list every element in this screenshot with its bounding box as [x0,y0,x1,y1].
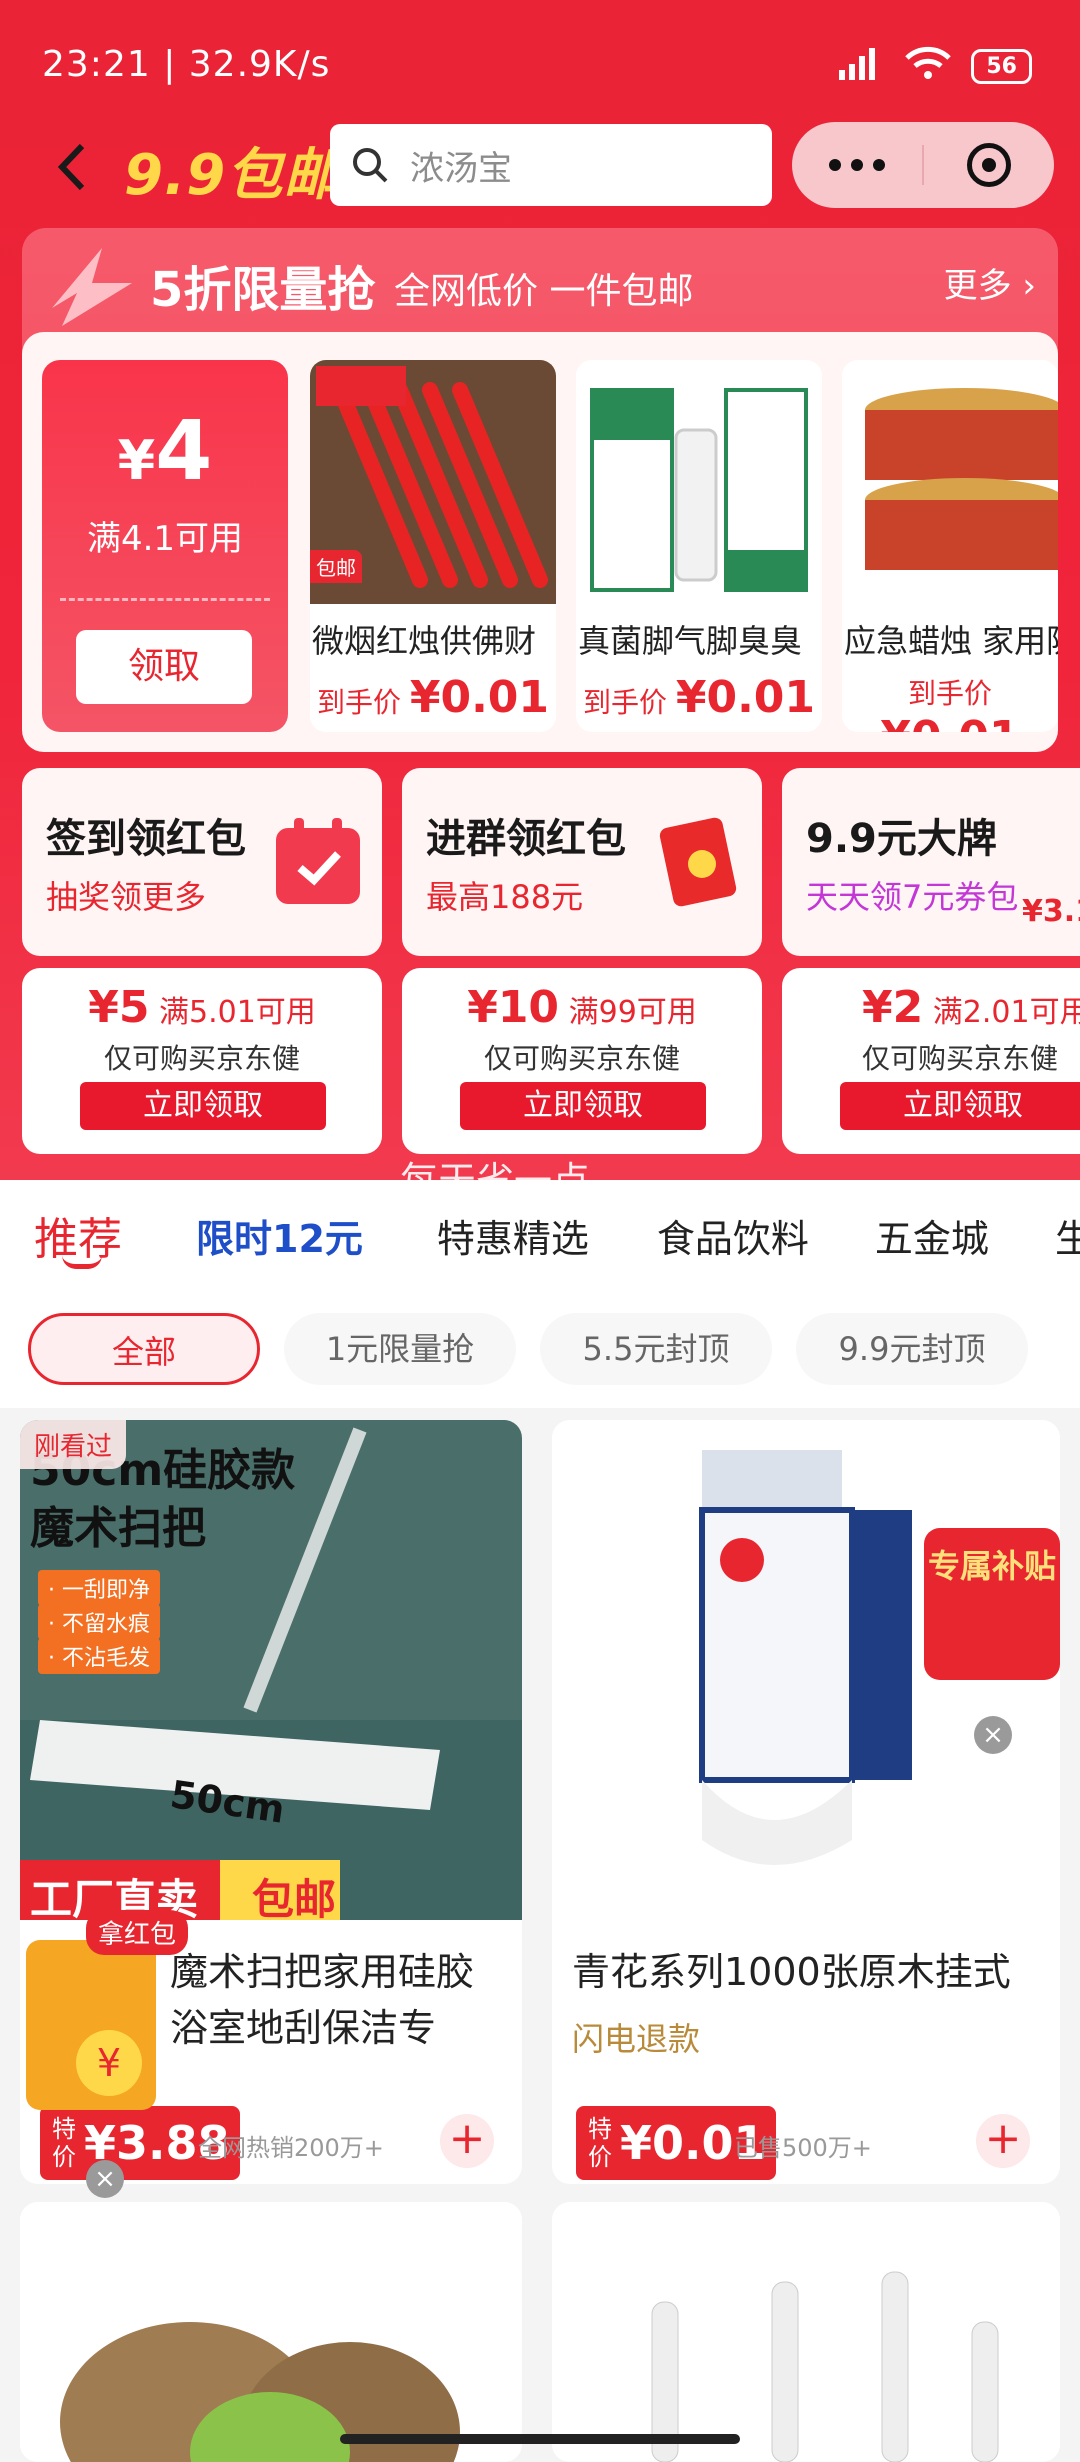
voucher-card: ¥5 满5.01可用 仅可购买京东健 立即领取 [22,968,382,1154]
lightning-logo-icon [52,248,132,326]
mini-program-capsule [792,122,1054,208]
feature-bullet: · 一刮即净 [38,1570,161,1606]
calendar-check-icon [276,818,360,904]
product-card[interactable] [20,2202,522,2462]
sales-count: 全网热销200万+ [198,2134,384,2162]
flash-sale-subtitle: 全网低价 一件包邮 [394,271,694,312]
feature-bullet: · 不留水痕 [38,1604,161,1640]
flash-product-card[interactable]: 真菌脚气脚臭臭 到手价 ¥0.01 [576,360,822,732]
recently-viewed-badge: 刚看过 [20,1420,127,1469]
product-card[interactable]: 专属补贴 × 青花系列1000张原木挂式 闪电退款 特价 ¥0.01 已售500万… [552,1420,1060,2184]
search-placeholder: 浓汤宝 [410,148,512,189]
brand-99-card[interactable]: 9.9元大牌 天天领7元券包 ¥3.1 [782,768,1080,956]
wifi-icon [903,46,953,86]
coupon-condition: 满4.1可用 [86,519,244,559]
tab-recommend[interactable]: 推荐 [34,1203,122,1269]
free-shipping-tag: 包邮 [310,550,362,583]
claim-voucher-button[interactable]: 立即领取 [460,1082,706,1130]
coupon-amount: 4 [155,404,213,499]
tab-hardware[interactable]: 五金城 [875,1208,989,1263]
card-title: 进群领红包 [426,816,626,862]
emergency-candle-image [842,360,1058,604]
product-card[interactable] [552,2202,1060,2462]
filter-9-9yuan[interactable]: 9.9元封顶 [796,1313,1028,1385]
product-price: 到手价 ¥0.01 [316,672,550,723]
floating-red-packet[interactable]: 拿红包 ¥ [26,1910,192,2120]
image-headline: 魔术扫把 [30,1503,206,1554]
product-name: 真菌脚气脚臭臭 [578,622,803,660]
flash-product-card[interactable]: 应急蜡烛 家用防 到手价 ¥0.01 [842,360,1058,732]
hero-background: 23:21 | 32.9K/s 56 9.9包邮 浓汤宝 5折限量抢 全网低价 … [0,0,1080,1203]
red-envelope-icon [659,817,737,907]
image-banner: 包邮 [252,1875,337,1924]
target-icon [967,143,1011,187]
flash-sale-more-link[interactable]: 更多 › [944,258,1036,307]
tab-life[interactable]: 生 [1055,1208,1080,1263]
add-to-cart-button[interactable]: + [440,2114,494,2168]
claim-voucher-button[interactable]: 立即领取 [80,1082,326,1130]
product-name: 应急蜡烛 家用防 [844,622,1058,660]
yuan-coin-icon: ¥ [76,2030,142,2096]
flash-sale-list: ¥4 满4.1可用 领取 包邮 微烟红烛供佛财 到手价 ¥0.01 真菌脚气脚臭… [22,332,1058,752]
home-indicator[interactable] [340,2434,740,2444]
tab-special-picks[interactable]: 特惠精选 [437,1208,589,1263]
add-to-cart-button[interactable]: + [976,2114,1030,2168]
refund-badge: 闪电退款 [572,2020,701,2058]
coupon-card: ¥4 满4.1可用 领取 [42,360,288,732]
status-time: 23:21 | 32.9K/s [42,44,331,85]
card-subtitle: 最高188元 [426,878,584,916]
card-title: 9.9元大牌 [806,816,997,862]
voucher-card: ¥2 满2.01可用 仅可购买京东健 立即领取 [782,968,1080,1154]
product-price: 到手价 ¥0.01 [880,677,1019,732]
feature-bullet: · 不沾毛发 [38,1638,161,1674]
close-miniprogram-button[interactable] [924,143,1054,187]
flash-product-card[interactable]: 包邮 微烟红烛供佛财 到手价 ¥0.01 [310,360,556,732]
search-icon [353,148,388,183]
signal-icon [837,46,885,86]
battery-indicator: 56 [971,48,1032,84]
checkin-redpacket-card[interactable]: 签到领红包 抽奖领更多 [22,768,382,956]
close-red-packet-button[interactable]: × [86,2160,124,2198]
flash-sale-title: 5折限量抢 [150,262,376,318]
product-title: 浴室地刮保洁专 [170,2006,437,2050]
medicine-product-image [576,360,822,604]
subsidy-sticker[interactable]: 专属补贴 [924,1528,1060,1680]
claim-voucher-button[interactable]: 立即领取 [840,1082,1080,1130]
coupon-claim-button[interactable]: 领取 [76,630,252,704]
filter-5-5yuan[interactable]: 5.5元封顶 [540,1313,772,1385]
product-title: 魔术扫把家用硅胶 [170,1950,475,1994]
card-price: ¥3.1 [1022,894,1080,929]
close-sticker-button[interactable]: × [974,1716,1012,1754]
card-subtitle: 天天领7元券包 [806,878,1019,916]
more-menu-button[interactable] [792,159,922,171]
product-name: 微烟红烛供佛财 [312,622,537,660]
voucher-card: ¥10 满99可用 仅可购买京东健 立即领取 [402,968,762,1154]
flash-sale-panel: 5折限量抢 全网低价 一件包邮 更多 › ¥4 满4.1可用 领取 包邮 微烟红 [22,228,1058,752]
category-tabs: 推荐 限时12元 特惠精选 食品饮料 五金城 生 [0,1180,1080,1290]
sales-count: 已售500万+ [734,2134,872,2162]
filter-1yuan[interactable]: 1元限量抢 [284,1313,516,1385]
chevron-left-icon [57,143,85,191]
product-price: 到手价 ¥0.01 [582,672,816,723]
tab-limited-12[interactable]: 限时12元 [196,1208,363,1263]
filter-chips: 全部 1元限量抢 5.5元封顶 9.9元封顶 [0,1290,1080,1408]
filter-all[interactable]: 全部 [28,1313,260,1385]
brand-title: 9.9包邮 [124,143,341,208]
tab-food-drinks[interactable]: 食品饮料 [657,1208,809,1263]
red-packet-label: 拿红包 [86,1910,189,1955]
card-subtitle: 抽奖领更多 [46,878,207,916]
tools-product-image [552,2202,1060,2462]
status-icons: 56 [837,46,1032,86]
product-title: 青花系列1000张原木挂式 [572,1950,1011,1994]
kiwi-product-image [20,2202,522,2462]
search-input[interactable]: 浓汤宝 [330,124,772,206]
card-title: 签到领红包 [46,816,246,862]
group-redpacket-card[interactable]: 进群领红包 最高188元 [402,768,762,956]
back-button[interactable] [52,140,96,194]
